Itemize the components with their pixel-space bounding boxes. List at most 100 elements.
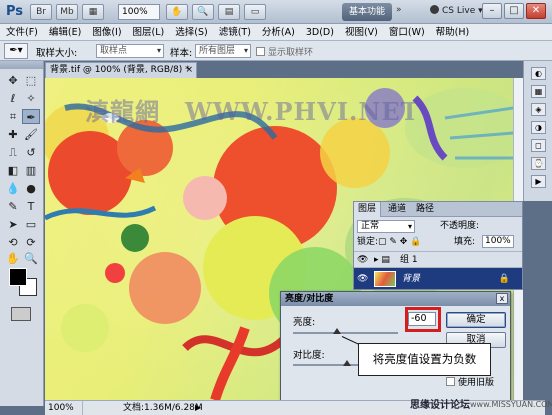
brightness-slider-track[interactable] bbox=[293, 332, 398, 334]
masks-panel-icon[interactable]: ◻ bbox=[531, 139, 546, 152]
folder-icon: ▸ ▤ bbox=[374, 255, 390, 265]
site-watermark: 思缘设计论坛 bbox=[410, 400, 470, 411]
clone-stamp-tool-icon[interactable]: ⎍ bbox=[4, 145, 22, 160]
workspace-essentials-button[interactable]: 基本功能 bbox=[342, 3, 392, 21]
pen-tool-icon[interactable]: ✎ bbox=[4, 199, 22, 214]
use-legacy-label: 使用旧版 bbox=[458, 378, 495, 388]
dialog-title-bar[interactable]: 亮度/对比度 x bbox=[281, 292, 510, 306]
arrange-documents-button[interactable]: ▤ bbox=[218, 4, 240, 20]
contrast-label: 对比度: bbox=[293, 350, 325, 361]
actions-panel-icon[interactable]: ▶ bbox=[531, 175, 546, 188]
brightness-label: 亮度: bbox=[293, 317, 316, 328]
eyedropper-tool-icon[interactable]: ✒ bbox=[22, 109, 40, 124]
view-extras-button[interactable]: ▦ bbox=[82, 4, 104, 20]
watermark-text: 滇龍網 WWW.PHVI.NET bbox=[85, 97, 420, 126]
layers-panel: 图层 通道 路径 正常 不透明度: 锁定: ▢ ✎ ✥ 🔒 填充: 100% 👁… bbox=[353, 201, 523, 290]
minimize-button[interactable]: – bbox=[482, 3, 502, 19]
layer-row-group[interactable]: 👁 ▸ ▤ 组 1 bbox=[354, 251, 522, 267]
sample-size-select[interactable]: 取样点 bbox=[96, 44, 164, 58]
brightness-slider-thumb[interactable] bbox=[333, 328, 341, 334]
visibility-eye-icon[interactable]: 👁 bbox=[357, 252, 368, 268]
visibility-eye-icon[interactable]: 👁 bbox=[357, 268, 368, 290]
callout-annotation: 将亮度值设置为负数 bbox=[358, 343, 491, 376]
dodge-tool-icon[interactable]: ● bbox=[22, 181, 40, 196]
options-bar: ✒▾ 取样大小: 取样点 样本: 所有图层 显示取样环 bbox=[0, 41, 552, 61]
menu-analysis[interactable]: 分析(A) bbox=[262, 24, 295, 41]
history-panel-icon[interactable]: ⌚ bbox=[531, 157, 546, 170]
bridge-button[interactable]: Br bbox=[30, 4, 52, 20]
tab-layers[interactable]: 图层 bbox=[354, 202, 382, 217]
close-window-button[interactable]: ✕ bbox=[526, 3, 546, 19]
dialog-close-icon[interactable]: x bbox=[496, 293, 508, 304]
brush-tool-icon[interactable]: 🖌 bbox=[22, 127, 40, 142]
foreground-color-swatch[interactable] bbox=[9, 268, 27, 286]
use-legacy-checkbox[interactable]: 使用旧版 bbox=[446, 375, 494, 388]
blur-tool-icon[interactable]: 💧 bbox=[4, 181, 22, 196]
tab-paths[interactable]: 路径 bbox=[412, 202, 438, 217]
crop-tool-icon[interactable]: ⌗ bbox=[4, 109, 22, 124]
quick-mask-icon[interactable] bbox=[11, 307, 31, 321]
layer-name: 背景 bbox=[402, 274, 421, 284]
shape-tool-icon[interactable]: ▭ bbox=[22, 217, 40, 232]
status-zoom-field[interactable]: 100% bbox=[45, 401, 83, 415]
zoom-level-select[interactable]: 100% bbox=[118, 4, 160, 20]
panel-icon-column: ◐ ▦ ◈ ◑ ◻ ⌚ ▶ bbox=[523, 61, 552, 201]
history-brush-tool-icon[interactable]: ↺ bbox=[22, 145, 40, 160]
menu-layer[interactable]: 图层(L) bbox=[133, 24, 165, 41]
blend-mode-select[interactable]: 正常 bbox=[357, 220, 415, 233]
screen-mode-button[interactable]: ▭ bbox=[244, 4, 266, 20]
contrast-slider-thumb[interactable] bbox=[343, 360, 351, 366]
fill-input[interactable]: 100% bbox=[482, 235, 514, 248]
hand-tool-icon[interactable]: ✋ bbox=[4, 251, 22, 266]
document-close-icon[interactable]: × bbox=[185, 63, 193, 78]
zoom-tool-button[interactable]: 🔍 bbox=[192, 4, 214, 20]
adjustments-panel-icon[interactable]: ◑ bbox=[531, 121, 546, 134]
menu-edit[interactable]: 编辑(E) bbox=[49, 24, 81, 41]
show-sampling-ring-label: 显示取样环 bbox=[268, 48, 314, 58]
sample-layers-select[interactable]: 所有图层 bbox=[195, 44, 251, 58]
eraser-tool-icon[interactable]: ◧ bbox=[4, 163, 22, 178]
path-selection-tool-icon[interactable]: ➤ bbox=[4, 217, 22, 232]
menu-view[interactable]: 视图(V) bbox=[345, 24, 378, 41]
menu-filter[interactable]: 滤镜(T) bbox=[219, 24, 251, 41]
menu-image[interactable]: 图像(I) bbox=[92, 24, 121, 41]
3d-rotate-tool-icon[interactable]: ⟲ bbox=[4, 235, 22, 250]
zoom-tool-icon[interactable]: 🔍 bbox=[22, 251, 40, 266]
sample-size-label: 取样大小: bbox=[36, 48, 78, 59]
toolbox: ✥ ⬚ ℓ ✧ ⌗ ✒ ✚ 🖌 ⎍ ↺ ◧ ▥ 💧 ● ✎ T ➤ ▭ ⟲ ⟳ … bbox=[0, 61, 44, 406]
toolbox-grip[interactable] bbox=[0, 61, 43, 69]
hand-tool-button[interactable]: ✋ bbox=[166, 4, 188, 20]
document-tab[interactable]: 背景.tif @ 100% (背景, RGB/8) * × bbox=[45, 62, 197, 78]
swatches-panel-icon[interactable]: ▦ bbox=[531, 85, 546, 98]
restore-button[interactable]: □ bbox=[504, 3, 524, 19]
layer-row-background[interactable]: 👁 背景 🔒 bbox=[354, 267, 522, 289]
lasso-tool-icon[interactable]: ℓ bbox=[4, 91, 22, 106]
eyedropper-preset-icon[interactable]: ✒▾ bbox=[4, 43, 28, 59]
marquee-tool-icon[interactable]: ⬚ bbox=[22, 73, 40, 88]
type-tool-icon[interactable]: T bbox=[22, 199, 40, 214]
sample-label: 样本: bbox=[170, 48, 193, 59]
tab-channels[interactable]: 通道 bbox=[384, 202, 410, 217]
styles-panel-icon[interactable]: ◈ bbox=[531, 103, 546, 116]
menu-window[interactable]: 窗口(W) bbox=[389, 24, 425, 41]
minibridge-button[interactable]: Mb bbox=[56, 4, 78, 20]
menu-file[interactable]: 文件(F) bbox=[6, 24, 38, 41]
lock-icons[interactable]: ▢ ✎ ✥ 🔒 bbox=[378, 235, 421, 249]
menu-select[interactable]: 选择(S) bbox=[175, 24, 207, 41]
move-tool-icon[interactable]: ✥ bbox=[4, 73, 22, 88]
show-sampling-ring-checkbox[interactable]: 显示取样环 bbox=[256, 45, 313, 58]
document-tab-title: 背景.tif @ 100% (背景, RGB/8) * bbox=[50, 65, 190, 75]
cs-live-menu[interactable]: CS Live ▾ bbox=[430, 5, 483, 16]
gradient-tool-icon[interactable]: ▥ bbox=[22, 163, 40, 178]
color-panel-icon[interactable]: ◐ bbox=[531, 67, 546, 80]
magic-wand-tool-icon[interactable]: ✧ bbox=[22, 91, 40, 106]
ok-button[interactable]: 确定 bbox=[446, 312, 506, 328]
opacity-label: 不透明度: bbox=[440, 221, 480, 231]
status-menu-arrow[interactable]: ▶ bbox=[195, 401, 201, 415]
cs-live-label: CS Live bbox=[442, 6, 476, 16]
healing-brush-tool-icon[interactable]: ✚ bbox=[4, 127, 22, 142]
menu-help[interactable]: 帮助(H) bbox=[436, 24, 470, 41]
menu-3d[interactable]: 3D(D) bbox=[306, 24, 334, 41]
workspace-more-arrow[interactable]: » bbox=[396, 5, 402, 15]
3d-orbit-tool-icon[interactable]: ⟳ bbox=[22, 235, 40, 250]
